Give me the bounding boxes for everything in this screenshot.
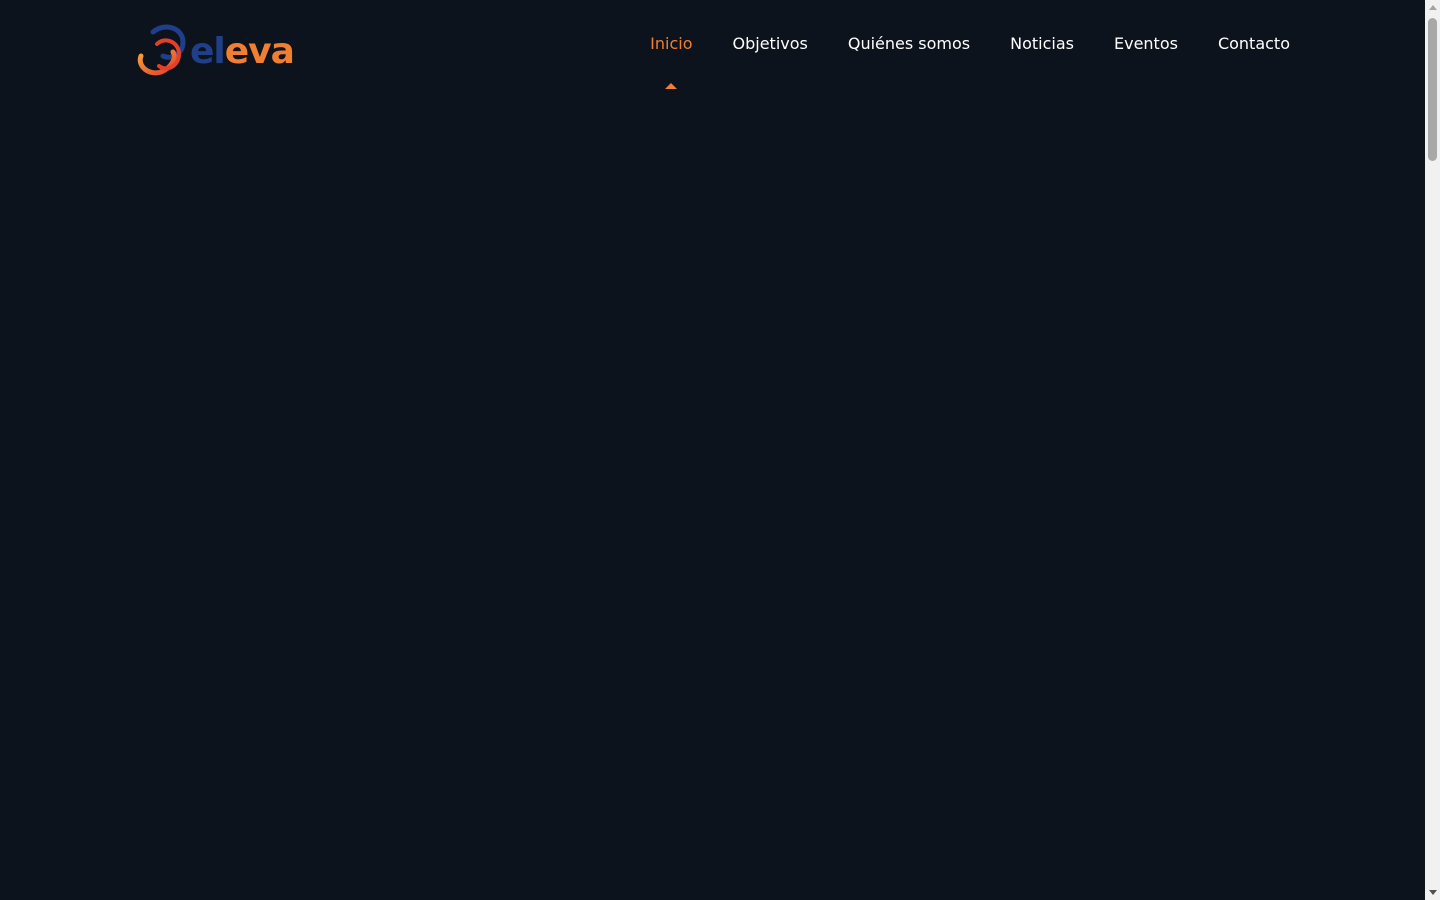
nav-item-inicio[interactable]: Inicio: [650, 32, 693, 89]
nav-item-quienes-somos[interactable]: Quiénes somos: [848, 32, 970, 56]
nav-item-noticias[interactable]: Noticias: [1010, 32, 1074, 56]
nav-item-contacto[interactable]: Contacto: [1218, 32, 1290, 56]
svg-text:eleva: eleva: [190, 31, 293, 72]
logo[interactable]: eleva: [135, 22, 293, 76]
vertical-scrollbar[interactable]: [1425, 0, 1440, 900]
nav-item-eventos[interactable]: Eventos: [1114, 32, 1178, 56]
nav-item-label: Inicio: [650, 34, 693, 53]
nav-item-label: Quiénes somos: [847, 34, 971, 53]
page: eleva Inicio Objetivos Quiénes somos Not…: [0, 0, 1425, 900]
scroll-up-arrow-icon[interactable]: [1429, 5, 1437, 10]
nav-item-label: Noticias: [1010, 34, 1074, 53]
logo-text-eva: eva: [225, 31, 293, 72]
scroll-down-arrow-icon[interactable]: [1429, 890, 1437, 895]
nav-item-objetivos[interactable]: Objetivos: [733, 32, 808, 56]
interlocking-rings-icon: eleva: [137, 24, 293, 76]
active-caret-icon: [665, 83, 678, 89]
nav-item-label: Contacto: [1217, 34, 1290, 53]
nav-item-label: Eventos: [1113, 34, 1178, 53]
nav-item-label: Objetivos: [732, 34, 808, 53]
site-header: eleva Inicio Objetivos Quiénes somos Not…: [0, 0, 1425, 100]
main-navigation: Inicio Objetivos Quiénes somos Noticias …: [650, 32, 1290, 89]
logo-text-el: el: [190, 31, 225, 72]
scroll-thumb[interactable]: [1428, 18, 1437, 161]
